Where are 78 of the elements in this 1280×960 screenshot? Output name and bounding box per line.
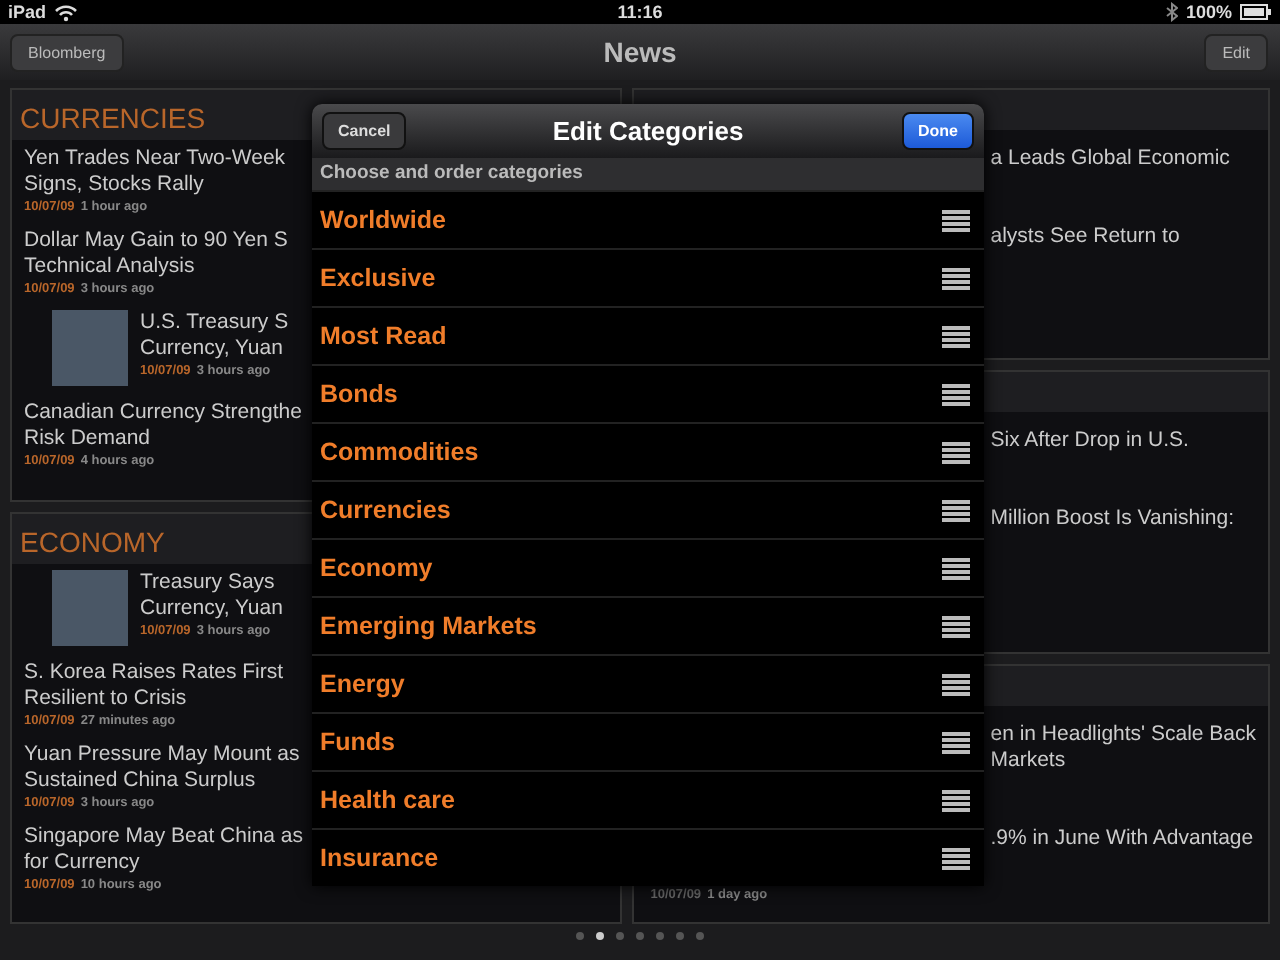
reorder-handle-icon[interactable] (942, 731, 970, 753)
headline-line[interactable]: Markets (990, 748, 1256, 774)
page-dot[interactable] (676, 932, 684, 940)
page-dot[interactable] (596, 932, 604, 940)
reorder-handle-icon[interactable] (942, 789, 970, 811)
back-button[interactable]: Bloomberg (10, 33, 124, 71)
category-row[interactable]: Economy (312, 538, 984, 596)
category-row[interactable]: Worldwide (312, 190, 984, 248)
category-label: Most Read (320, 322, 447, 350)
category-row[interactable]: Funds (312, 712, 984, 770)
done-button[interactable]: Done (902, 112, 974, 150)
headline-line[interactable]: S. Korea Raises Rates First (24, 659, 284, 685)
category-label: Energy (320, 670, 405, 698)
reorder-handle-icon[interactable] (942, 847, 970, 869)
category-label: Bonds (320, 380, 398, 408)
category-row[interactable]: Commodities (312, 422, 984, 480)
category-label: Emerging Markets (320, 612, 537, 640)
reorder-handle-icon[interactable] (942, 499, 970, 521)
category-label: Funds (320, 728, 395, 756)
page-dot[interactable] (696, 932, 704, 940)
device-name: iPad (8, 2, 47, 22)
reorder-handle-icon[interactable] (942, 383, 970, 405)
category-row[interactable]: Energy (312, 654, 984, 712)
battery-percent: 100% (1185, 2, 1232, 22)
category-row[interactable]: Most Read (312, 306, 984, 364)
section-header: Choose and order categories (312, 158, 984, 190)
headline-line[interactable]: alysts See Return to (990, 224, 1256, 250)
cancel-button[interactable]: Cancel (322, 112, 407, 150)
category-label: Worldwide (320, 206, 446, 234)
headline-line[interactable]: Technical Analysis (24, 254, 288, 280)
reorder-handle-icon[interactable] (942, 673, 970, 695)
headline-line[interactable]: Yuan Pressure May Mount as (24, 741, 300, 767)
category-row[interactable]: Exclusive (312, 248, 984, 306)
headline-line[interactable]: Six After Drop in U.S. (990, 428, 1256, 454)
reorder-handle-icon[interactable] (942, 557, 970, 579)
page-dot[interactable] (576, 932, 584, 940)
category-row[interactable]: Currencies (312, 480, 984, 538)
headline-line[interactable]: Singapore May Beat China as (24, 823, 303, 849)
category-label: Exclusive (320, 264, 436, 292)
headline-line[interactable]: Dollar May Gain to 90 Yen S (24, 228, 288, 254)
page-dot[interactable] (636, 932, 644, 940)
clock: 11:16 (617, 2, 663, 22)
category-row[interactable]: Bonds (312, 364, 984, 422)
headline-line[interactable]: Million Boost Is Vanishing: (990, 506, 1256, 532)
headline-line[interactable]: for Currency (24, 849, 303, 875)
category-row[interactable]: Health care (312, 770, 984, 828)
category-label: Health care (320, 786, 455, 814)
headline-line[interactable]: Yen Trades Near Two-Week (24, 146, 286, 172)
category-label: Insurance (320, 844, 439, 872)
headline-line[interactable]: Canadian Currency Strengthe (24, 400, 302, 426)
headline-line[interactable]: Signs, Stocks Rally (24, 172, 286, 198)
headline-line[interactable]: en in Headlights' Scale Back (990, 722, 1256, 748)
headline-line[interactable]: Treasury Says (140, 569, 283, 595)
page-title: News (603, 36, 677, 68)
headline-line[interactable]: Currency, Yuan (140, 336, 289, 362)
battery-icon (1240, 4, 1272, 20)
reorder-handle-icon[interactable] (942, 267, 970, 289)
reorder-handle-icon[interactable] (942, 325, 970, 347)
category-row[interactable]: Insurance (312, 828, 984, 886)
bluetooth-icon (1165, 2, 1178, 22)
reorder-handle-icon[interactable] (942, 441, 970, 463)
headline-line[interactable]: Risk Demand (24, 426, 302, 452)
page-dot[interactable] (616, 932, 624, 940)
page-dot[interactable] (656, 932, 664, 940)
reorder-handle-icon[interactable] (942, 209, 970, 231)
edit-button[interactable]: Edit (1204, 33, 1268, 71)
photo-placeholder (52, 569, 128, 645)
headline-line[interactable]: U.S. Treasury S (140, 310, 289, 336)
headline-line[interactable]: Sustained China Surplus (24, 767, 300, 793)
headline-line[interactable]: Currency, Yuan (140, 595, 283, 621)
category-label: Commodities (320, 438, 479, 466)
category-row[interactable]: Emerging Markets (312, 596, 984, 654)
headline-line[interactable]: a Leads Global Economic (990, 146, 1256, 172)
photo-placeholder (52, 310, 128, 386)
wifi-icon (54, 3, 79, 21)
reorder-handle-icon[interactable] (942, 615, 970, 637)
headline-line[interactable]: .9% in June With Advantage (990, 826, 1256, 852)
headline-line[interactable]: Resilient to Crisis (24, 685, 284, 711)
